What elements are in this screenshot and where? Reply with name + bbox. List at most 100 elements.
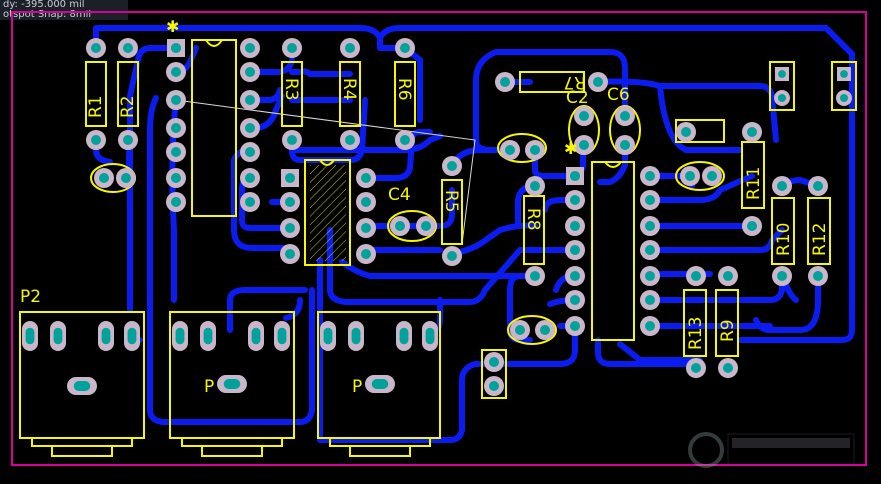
drill-hole bbox=[778, 94, 786, 102]
drill-hole bbox=[425, 327, 435, 345]
drill-hole bbox=[645, 195, 655, 205]
designator-P2: P2 bbox=[20, 287, 41, 307]
drill-hole bbox=[99, 173, 109, 183]
drill-hole bbox=[840, 94, 848, 102]
drill-hole bbox=[778, 70, 786, 78]
svg-text:✱: ✱ bbox=[166, 17, 179, 36]
drill-hole bbox=[245, 95, 255, 105]
drill-hole bbox=[570, 195, 580, 205]
designator-C4: C4 bbox=[388, 185, 411, 205]
designator-R8: R8 bbox=[523, 208, 543, 231]
drill-hole bbox=[287, 135, 297, 145]
drill-hole bbox=[245, 173, 255, 183]
drill-hole bbox=[681, 127, 691, 137]
drill-hole bbox=[500, 77, 510, 87]
drill-hole bbox=[570, 271, 580, 281]
drill-hole bbox=[245, 67, 255, 77]
drill-hole bbox=[245, 147, 255, 157]
drill-hole bbox=[25, 327, 35, 345]
designator-R10: R10 bbox=[774, 223, 794, 256]
selected-ic-hatch[interactable] bbox=[310, 165, 346, 261]
drill-hole bbox=[371, 379, 389, 389]
drill-hole bbox=[123, 43, 133, 53]
designator-R6: R6 bbox=[394, 78, 414, 101]
drill-hole bbox=[530, 181, 540, 191]
drill-hole bbox=[505, 145, 515, 155]
drill-hole bbox=[570, 221, 580, 231]
drill-hole bbox=[421, 221, 431, 231]
drill-hole bbox=[345, 135, 355, 145]
drill-hole bbox=[171, 147, 181, 157]
drill-hole bbox=[171, 123, 181, 133]
designator-P-second: P bbox=[204, 377, 214, 397]
drill-hole bbox=[570, 245, 580, 255]
drill-hole bbox=[685, 171, 695, 181]
designator-R1: R1 bbox=[86, 95, 106, 118]
drill-hole bbox=[285, 249, 295, 259]
drill-hole bbox=[171, 95, 181, 105]
drill-hole bbox=[323, 327, 333, 345]
designator-C6: C6 bbox=[607, 85, 630, 105]
drill-hole bbox=[747, 221, 757, 231]
drill-hole bbox=[91, 135, 101, 145]
drill-hole bbox=[351, 327, 361, 345]
drill-hole bbox=[579, 140, 589, 150]
asterisk-marker-icon: ✱ ✱ bbox=[166, 17, 577, 158]
designator-C2: C2 bbox=[566, 88, 589, 108]
drill-hole bbox=[645, 245, 655, 255]
drill-hole bbox=[530, 145, 540, 155]
pcb-board-canvas[interactable]: R1 R2 R3 R4 R6 R7 R5 R8 R9 R13 R10 R11 R… bbox=[0, 0, 881, 484]
designator-R13: R13 bbox=[686, 317, 706, 350]
designator-R9: R9 bbox=[718, 319, 738, 342]
drill-hole bbox=[593, 77, 603, 87]
drill-hole bbox=[569, 170, 581, 182]
drill-hole bbox=[170, 42, 182, 54]
designator-R12: R12 bbox=[810, 223, 830, 256]
designator-R3: R3 bbox=[281, 78, 301, 101]
drill-hole bbox=[399, 327, 409, 345]
drill-hole bbox=[171, 173, 181, 183]
drill-hole bbox=[101, 327, 111, 345]
drill-hole bbox=[777, 271, 787, 281]
drill-hole bbox=[361, 197, 371, 207]
drill-hole bbox=[645, 221, 655, 231]
designator-R11: R11 bbox=[744, 167, 764, 200]
drill-hole bbox=[251, 327, 261, 345]
drill-hole bbox=[121, 173, 131, 183]
drill-hole bbox=[489, 357, 499, 367]
drill-hole bbox=[579, 111, 589, 121]
drill-hole bbox=[175, 327, 185, 345]
drill-hole bbox=[361, 173, 371, 183]
drill-hole bbox=[127, 327, 137, 345]
drill-hole bbox=[813, 271, 823, 281]
drill-hole bbox=[284, 172, 296, 184]
drill-hole bbox=[570, 321, 580, 331]
drill-hole bbox=[723, 271, 733, 281]
drill-hole bbox=[645, 295, 655, 305]
drill-hole bbox=[447, 161, 457, 171]
drill-hole bbox=[171, 67, 181, 77]
watermark-logo bbox=[688, 432, 855, 468]
drill-hole bbox=[691, 271, 701, 281]
drill-hole bbox=[245, 43, 255, 53]
drill-hole bbox=[620, 111, 630, 121]
drill-hole bbox=[400, 135, 410, 145]
drill-hole bbox=[73, 381, 91, 391]
drill-hole bbox=[287, 43, 297, 53]
drill-hole bbox=[645, 171, 655, 181]
drill-hole bbox=[53, 327, 63, 345]
drill-hole bbox=[245, 123, 255, 133]
drill-hole bbox=[813, 181, 823, 191]
designator-P-third: P bbox=[352, 377, 362, 397]
drill-hole bbox=[515, 325, 525, 335]
drill-hole bbox=[285, 197, 295, 207]
svg-text:✱: ✱ bbox=[564, 139, 577, 158]
drill-hole bbox=[245, 197, 255, 207]
drill-hole bbox=[840, 70, 848, 78]
drill-hole bbox=[707, 171, 717, 181]
drill-hole bbox=[91, 43, 101, 53]
drill-hole bbox=[489, 381, 499, 391]
drill-hole bbox=[361, 223, 371, 233]
drill-hole bbox=[570, 295, 580, 305]
drill-hole bbox=[540, 325, 550, 335]
